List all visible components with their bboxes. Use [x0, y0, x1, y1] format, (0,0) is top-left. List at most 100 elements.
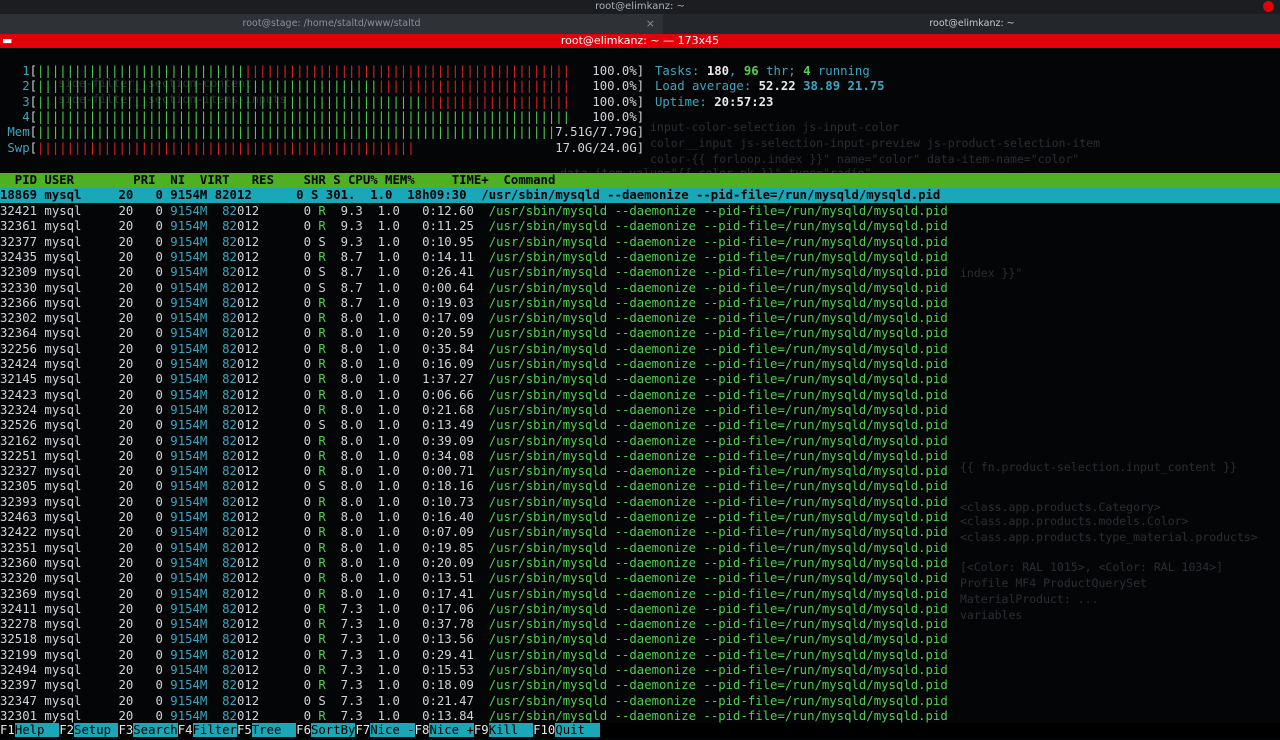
process-row[interactable]: 32393 mysql 20 0 9154M 82012 0 R 8.0 1.0…: [0, 495, 948, 510]
process-row[interactable]: 32327 mysql 20 0 9154M 82012 0 R 8.0 1.0…: [0, 464, 948, 479]
function-key[interactable]: F8: [415, 723, 430, 737]
process-row[interactable]: 32411 mysql 20 0 9154M 82012 0 R 7.3 1.0…: [0, 602, 948, 617]
column-header[interactable]: Command: [489, 173, 556, 187]
meter-value: 100.0%: [592, 94, 637, 109]
function-key-label[interactable]: Search: [133, 723, 178, 737]
process-row[interactable]: 32347 mysql 20 0 9154M 82012 0 S 7.3 1.0…: [0, 694, 948, 709]
row-command: /usr/sbin/mysqld --daemonize --pid-file=…: [473, 555, 948, 570]
column-header[interactable]: MEM%: [378, 173, 415, 187]
process-row[interactable]: 32526 mysql 20 0 9154M 82012 0 S 8.0 1.0…: [0, 418, 948, 433]
column-header[interactable]: CPU%: [341, 173, 378, 187]
process-row[interactable]: 32324 mysql 20 0 9154M 82012 0 R 8.0 1.0…: [0, 403, 948, 418]
stats-line: Uptime: 20:57:23: [655, 95, 773, 110]
process-row[interactable]: 32435 mysql 20 0 9154M 82012 0 R 8.7 1.0…: [0, 250, 948, 265]
process-row[interactable]: 32397 mysql 20 0 9154M 82012 0 R 7.3 1.0…: [0, 678, 948, 693]
process-row[interactable]: 32364 mysql 20 0 9154M 82012 0 R 8.0 1.0…: [0, 326, 948, 341]
process-row[interactable]: 32309 mysql 20 0 9154M 82012 0 S 8.7 1.0…: [0, 265, 948, 280]
process-row[interactable]: 32302 mysql 20 0 9154M 82012 0 R 8.0 1.0…: [0, 311, 948, 326]
row-pid: 32162: [0, 433, 38, 448]
column-header[interactable]: RES: [230, 173, 274, 187]
row-virt: 9154M: [162, 295, 208, 310]
row-pid: 32364: [0, 326, 38, 341]
row-shr: 0: [259, 311, 311, 326]
process-row[interactable]: 32423 mysql 20 0 9154M 82012 0 R 8.0 1.0…: [0, 388, 948, 403]
column-header[interactable]: PRI: [74, 173, 155, 187]
function-key-label[interactable]: Nice -: [370, 723, 415, 737]
function-key[interactable]: F9: [474, 723, 489, 737]
row-user: mysql: [37, 433, 119, 448]
row-pri: 20: [118, 433, 134, 448]
column-header[interactable]: SHR: [274, 173, 326, 187]
tab-close-icon[interactable]: ×: [646, 14, 655, 34]
row-mem: 1.0: [362, 326, 400, 341]
column-header[interactable]: TIME+: [415, 173, 489, 187]
stats-text: Uptime:: [655, 94, 715, 109]
window-close-button[interactable]: [1263, 1, 1274, 12]
tab-stage[interactable]: root@stage: /home/staltd/www/staltd ×: [0, 14, 663, 34]
row-time: 0:07.09: [399, 525, 474, 540]
row-virt: 9154M: [162, 510, 208, 524]
function-key-label[interactable]: SortBy: [310, 723, 356, 737]
process-row[interactable]: 32351 mysql 20 0 9154M 82012 0 R 8.0 1.0…: [0, 541, 948, 556]
row-shr: 0: [259, 479, 311, 494]
process-row[interactable]: 32421 mysql 20 0 9154M 82012 0 R 9.3 1.0…: [0, 204, 948, 219]
menu-icon[interactable]: ▬: [2, 34, 12, 48]
column-header[interactable]: S: [326, 173, 340, 187]
function-key[interactable]: F1: [0, 723, 15, 737]
process-row[interactable]: 32494 mysql 20 0 9154M 82012 0 R 7.3 1.0…: [0, 663, 948, 678]
function-key[interactable]: F2: [59, 723, 74, 737]
process-row[interactable]: 32424 mysql 20 0 9154M 82012 0 R 8.0 1.0…: [0, 357, 948, 372]
tab-elimkanz[interactable]: root@elimkanz: ~: [664, 14, 1280, 34]
column-header[interactable]: USER: [37, 173, 74, 187]
process-row[interactable]: 32305 mysql 20 0 9154M 82012 0 S 8.0 1.0…: [0, 479, 948, 494]
row-pri: 20: [118, 464, 134, 479]
process-row[interactable]: 32199 mysql 20 0 9154M 82012 0 R 7.3 1.0…: [0, 648, 948, 663]
column-header[interactable]: PID: [0, 173, 37, 187]
process-row[interactable]: 32422 mysql 20 0 9154M 82012 0 R 8.0 1.0…: [0, 525, 948, 540]
process-row[interactable]: 32377 mysql 20 0 9154M 82012 0 S 9.3 1.0…: [0, 235, 948, 250]
row-res-lo: 012: [236, 693, 260, 708]
row-user: mysql: [37, 647, 119, 662]
function-key-label[interactable]: Filter: [192, 723, 237, 737]
process-row[interactable]: 32145 mysql 20 0 9154M 82012 0 R 8.0 1.0…: [0, 372, 948, 387]
row-res-hi: 82: [207, 479, 237, 494]
row-cpu: 8.0: [325, 464, 363, 479]
function-key-label[interactable]: Tree: [251, 723, 297, 737]
function-key[interactable]: F6: [296, 723, 311, 737]
function-key-label[interactable]: Help: [14, 723, 60, 737]
selected-process-row[interactable]: 18869 mysql 20 0 9154M 82012 0 S 301. 1.…: [0, 188, 1280, 204]
column-header[interactable]: VIRT: [185, 173, 230, 187]
function-key[interactable]: F4: [178, 723, 193, 737]
process-row[interactable]: 32361 mysql 20 0 9154M 82012 0 R 9.3 1.0…: [0, 219, 948, 234]
process-row[interactable]: 32256 mysql 20 0 9154M 82012 0 R 8.0 1.0…: [0, 342, 948, 357]
function-key-label[interactable]: Kill: [488, 723, 534, 737]
row-mem: 1.0: [362, 311, 400, 326]
function-key[interactable]: F7: [355, 723, 370, 737]
process-row[interactable]: 32320 mysql 20 0 9154M 82012 0 R 8.0 1.0…: [0, 571, 948, 586]
process-row[interactable]: 32330 mysql 20 0 9154M 82012 0 S 8.7 1.0…: [0, 281, 948, 296]
process-row[interactable]: 32278 mysql 20 0 9154M 82012 0 R 7.3 1.0…: [0, 617, 948, 632]
process-row[interactable]: 32360 mysql 20 0 9154M 82012 0 R 8.0 1.0…: [0, 556, 948, 571]
column-header[interactable]: NI: [156, 173, 185, 187]
process-row[interactable]: 32251 mysql 20 0 9154M 82012 0 R 8.0 1.0…: [0, 449, 948, 464]
function-key-label[interactable]: Setup: [74, 723, 119, 737]
process-row[interactable]: 32463 mysql 20 0 9154M 82012 0 R 8.0 1.0…: [0, 510, 948, 525]
process-row[interactable]: 32162 mysql 20 0 9154M 82012 0 R 8.0 1.0…: [0, 434, 948, 449]
function-key[interactable]: F3: [118, 723, 133, 737]
row-command: /usr/sbin/mysqld --daemonize --pid-file=…: [473, 708, 948, 723]
process-row[interactable]: 32369 mysql 20 0 9154M 82012 0 R 8.0 1.0…: [0, 587, 948, 602]
process-row[interactable]: 32518 mysql 20 0 9154M 82012 0 R 7.3 1.0…: [0, 632, 948, 647]
function-key-label[interactable]: Quit: [555, 723, 600, 737]
window-titlebar: root@elimkanz: ~: [0, 0, 1280, 14]
row-pri: 20: [118, 601, 134, 616]
process-table-header[interactable]: PID USER PRI NI VIRT RES SHR S CPU% MEM%…: [0, 173, 1280, 189]
process-row[interactable]: 32366 mysql 20 0 9154M 82012 0 R 8.7 1.0…: [0, 296, 948, 311]
function-key[interactable]: F5: [237, 723, 252, 737]
function-key-label[interactable]: Nice +: [429, 723, 474, 737]
row-mem: 1.0: [362, 617, 400, 632]
function-key[interactable]: F10: [533, 723, 555, 737]
selected-row-cell: /usr/sbin/mysqld --daemonize --pid-file=…: [466, 188, 941, 202]
row-state: R: [311, 341, 326, 356]
htop-terminal[interactable]: side-filter__section-content side-filter_…: [0, 48, 1280, 740]
process-row[interactable]: 32301 mysql 20 0 9154M 82012 0 R 7.3 1.0…: [0, 709, 948, 724]
